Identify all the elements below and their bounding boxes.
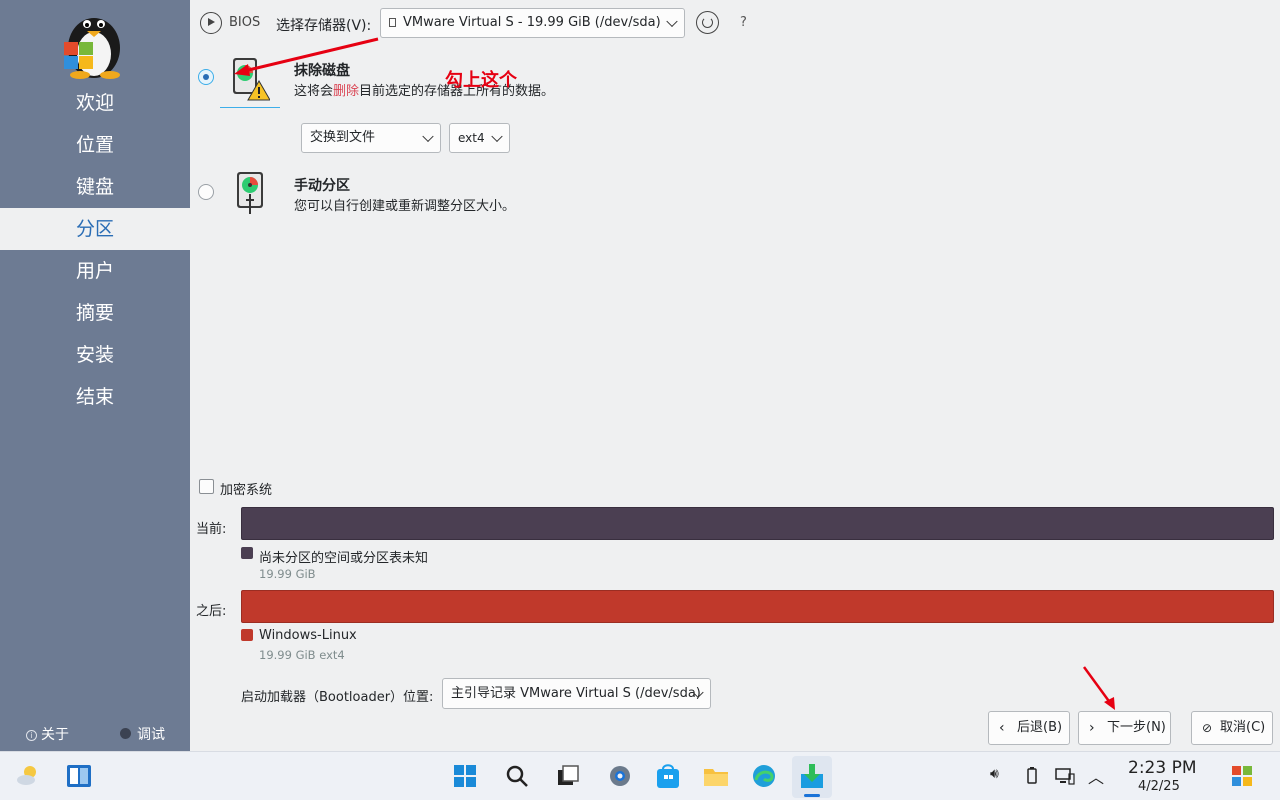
volume-icon[interactable]: 🔊︎ — [990, 766, 999, 782]
current-legend-name: 尚未分区的空间或分区表未知 — [259, 551, 429, 566]
active-indicator — [804, 794, 820, 797]
installer-taskbar-button[interactable] — [792, 756, 832, 798]
cancel-icon: ⊘ — [1202, 721, 1213, 735]
weather-icon[interactable] — [14, 762, 42, 790]
about-button[interactable]: i 关于 — [26, 724, 69, 744]
sidebar-item-users: 用户 — [75, 260, 114, 282]
app-tray-icon[interactable] — [1230, 764, 1254, 788]
clock-time[interactable]: 2:23 PM — [1128, 758, 1197, 778]
play-icon — [200, 12, 222, 34]
next-button[interactable]: › 下一步(N) — [1078, 711, 1171, 745]
annotation-text: 勾上这个 — [445, 70, 517, 91]
manual-partition-title: 手动分区 — [294, 178, 350, 194]
sidebar-item-partition: 分区 — [0, 208, 190, 250]
after-partition-bar — [241, 590, 1274, 623]
refresh-button[interactable] — [696, 11, 719, 34]
installer-download-icon — [801, 764, 823, 788]
after-label: 之后: — [196, 604, 227, 619]
manual-partition-desc: 您可以自行创建或重新调整分区大小。 — [294, 199, 516, 214]
widgets-icon[interactable] — [65, 762, 93, 790]
manual-partition-radio[interactable] — [198, 184, 214, 200]
chevron-down-icon — [666, 15, 678, 28]
search-icon[interactable] — [503, 762, 531, 790]
chevron-down-icon — [491, 130, 503, 143]
annotation-arrow-next-icon — [1082, 666, 1115, 710]
penguin-logo-icon — [64, 18, 120, 79]
help-button[interactable]: ? — [740, 15, 747, 30]
debug-button[interactable]: 调试 — [120, 724, 165, 744]
drive-icon — [389, 18, 396, 27]
debug-label: 调试 — [137, 727, 165, 743]
sidebar-item-keyboard: 键盘 — [75, 176, 114, 198]
encrypt-checkbox[interactable] — [199, 479, 214, 494]
cancel-button[interactable]: ⊘ 取消(C) — [1191, 711, 1273, 745]
annotation-arrow-icon — [234, 37, 379, 76]
sidebar-item-welcome: 欢迎 — [75, 92, 114, 114]
battery-icon[interactable] — [1022, 766, 1042, 786]
current-legend-swatch — [241, 547, 253, 559]
sidebar-item-finish: 结束 — [75, 386, 114, 408]
encrypt-label: 加密系统 — [220, 483, 273, 498]
back-label: 后退(B) — [1017, 720, 1063, 735]
network-icon[interactable] — [1054, 766, 1076, 786]
storage-label: 选择存储器(V): — [276, 18, 372, 34]
current-label: 当前: — [196, 522, 227, 537]
sidebar-footer: i 关于 调试 — [0, 722, 190, 746]
filesystem-select[interactable]: ext4 — [449, 123, 510, 153]
main-panel: BIOS 选择存储器(V): VMware Virtual S - 19.99 … — [190, 0, 1280, 751]
edge-browser-icon[interactable] — [750, 762, 778, 790]
erase-desc-highlight: 删除 — [333, 84, 360, 99]
swap-value: 交换到文件 — [310, 130, 376, 145]
sidebar-item-location: 位置 — [75, 134, 114, 156]
about-label: 关于 — [41, 727, 69, 743]
chevron-left-icon: ‹ — [999, 720, 1005, 736]
debug-icon — [120, 728, 131, 739]
task-view-icon[interactable] — [554, 762, 582, 790]
cancel-label: 取消(C) — [1220, 720, 1266, 735]
erase-disk-radio[interactable] — [198, 69, 214, 85]
info-icon: i — [26, 730, 37, 741]
chevron-right-icon: › — [1089, 720, 1095, 736]
sidebar-item-install: 安装 — [75, 344, 114, 366]
swap-select[interactable]: 交换到文件 — [301, 123, 441, 153]
bootloader-value: 主引导记录 VMware Virtual S (/dev/sda) — [451, 686, 701, 701]
file-explorer-icon[interactable] — [702, 762, 730, 790]
step-nav: 欢迎 位置 键盘 分区 用户 摘要 安装 结束 — [0, 82, 190, 418]
bootloader-select[interactable]: 主引导记录 VMware Virtual S (/dev/sda) — [442, 678, 711, 709]
after-legend-size: 19.99 GiB ext4 — [259, 648, 345, 662]
chevron-up-icon[interactable]: ︿ — [1088, 764, 1104, 788]
next-label: 下一步(N) — [1107, 720, 1166, 735]
sidebar-item-summary: 摘要 — [75, 302, 114, 324]
bootloader-label: 启动加载器（Bootloader）位置: — [241, 690, 434, 705]
after-legend-name: Windows-Linux — [259, 628, 357, 643]
chevron-down-icon — [422, 130, 434, 143]
back-button[interactable]: ‹ 后退(B) — [988, 711, 1070, 745]
selection-underline — [220, 107, 280, 108]
current-partition-bar — [241, 507, 1274, 540]
storage-value: VMware Virtual S - 19.99 GiB (/dev/sda) — [403, 15, 661, 30]
store-icon[interactable] — [654, 762, 682, 790]
start-icon[interactable] — [451, 762, 479, 790]
sidebar: 欢迎 位置 键盘 分区 用户 摘要 安装 结束 i 关于 调试 — [0, 0, 190, 751]
disk-manual-icon — [237, 172, 263, 214]
filesystem-value: ext4 — [458, 131, 485, 145]
after-legend-swatch — [241, 629, 253, 641]
erase-desc-prefix: 这将会 — [294, 84, 334, 99]
clock-date[interactable]: 4/2/25 — [1138, 779, 1180, 794]
storage-select[interactable]: VMware Virtual S - 19.99 GiB (/dev/sda) — [380, 8, 685, 38]
bios-label: BIOS — [229, 15, 261, 30]
taskbar: 🔊︎ ︿ 2:23 PM 4/2/25 — [0, 751, 1280, 800]
settings-gear-icon[interactable] — [606, 762, 634, 790]
current-legend-size: 19.99 GiB — [259, 567, 316, 581]
